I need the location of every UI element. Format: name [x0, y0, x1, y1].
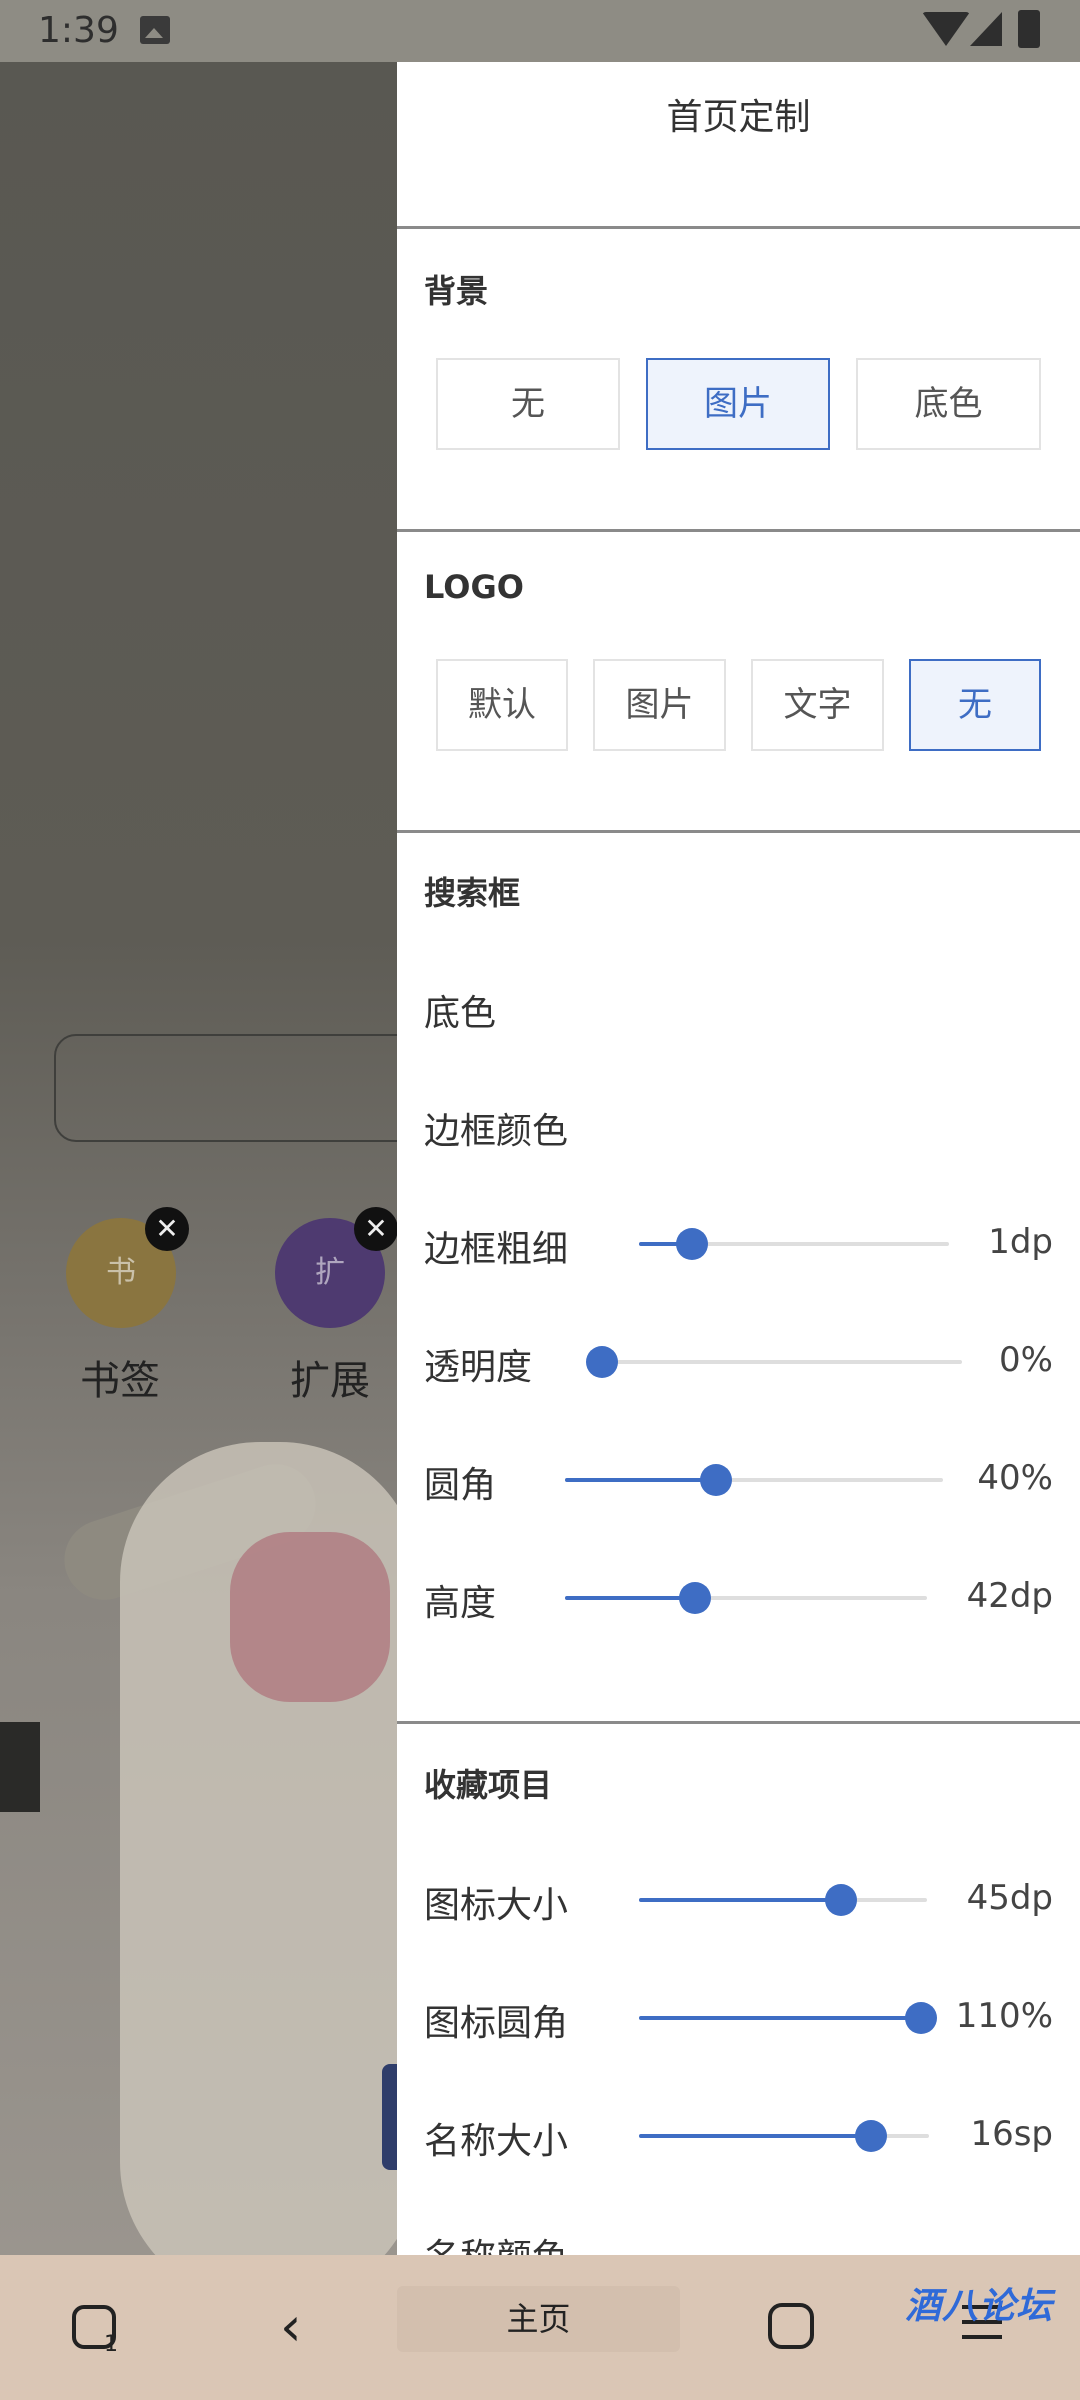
slider-thumb[interactable] — [855, 2120, 887, 2152]
section-title-favorites: 收藏项目 — [424, 1766, 553, 1804]
slider-fill — [639, 2016, 921, 2020]
back-icon[interactable]: ‹ — [280, 2300, 302, 2354]
wifi-icon — [922, 12, 970, 46]
home-customize-panel: 首页定制 背景 无 图片 底色 LOGO 默认 图片 文字 无 搜索框 底色 边… — [397, 62, 1080, 2255]
slider-thumb[interactable] — [586, 1346, 618, 1378]
panel-title: 首页定制 — [666, 97, 811, 138]
icon-radius-slider[interactable] — [639, 2002, 937, 2034]
slider-value: 0% — [999, 1340, 1053, 1380]
slider-thumb[interactable] — [700, 1464, 733, 1496]
corner-radius-slider[interactable] — [565, 1464, 943, 1496]
home-search-box[interactable] — [54, 1034, 400, 1142]
favorite-label-bookmarks: 书签 — [80, 1358, 160, 1404]
divider — [397, 830, 1080, 833]
divider — [397, 1721, 1080, 1724]
divider — [397, 529, 1080, 532]
divider — [397, 226, 1080, 229]
logo-option-default[interactable]: 默认 — [436, 659, 568, 751]
height-slider[interactable] — [565, 1582, 927, 1614]
name-color-setting[interactable]: 名称颜色 — [424, 2228, 568, 2255]
remove-favorite-close-icon[interactable]: ✕ — [354, 1207, 398, 1251]
cell-signal-icon — [970, 12, 1002, 46]
slider-value: 1dp — [988, 1222, 1053, 1262]
logo-option-image[interactable]: 图片 — [593, 659, 726, 751]
icon-size-slider[interactable] — [639, 1884, 927, 1916]
home-background: 书 扩 ✕ ✕ 书签 扩展 — [0, 62, 400, 2255]
status-time: 1:39 — [38, 10, 119, 51]
background-photo-shape — [0, 1722, 40, 1812]
slider-thumb[interactable] — [679, 1582, 712, 1614]
slider-value: 16sp — [970, 2114, 1053, 2154]
browser-shape-icon[interactable] — [768, 2303, 814, 2349]
background-option-image[interactable]: 图片 — [646, 358, 830, 450]
background-option-color[interactable]: 底色 — [856, 358, 1041, 450]
slider-fill — [565, 1596, 696, 1600]
slider-fill — [639, 2134, 871, 2138]
slider-fill — [565, 1478, 717, 1482]
name-size-slider[interactable] — [639, 2120, 929, 2152]
watermark-logo: 酒八论坛 — [905, 2286, 1054, 2327]
section-title-logo: LOGO — [424, 568, 524, 606]
section-title-background: 背景 — [424, 272, 489, 310]
section-title-search-box: 搜索框 — [424, 874, 521, 912]
slider-thumb[interactable] — [905, 2002, 937, 2034]
slider-label: 边框粗细 — [424, 1229, 569, 1270]
home-button[interactable]: 主页 — [397, 2286, 680, 2352]
remove-favorite-close-icon[interactable]: ✕ — [145, 1207, 189, 1251]
logo-option-text[interactable]: 文字 — [751, 659, 884, 751]
slider-fill — [639, 1898, 841, 1902]
slider-label: 图标圆角 — [424, 2003, 569, 2044]
slider-label: 高度 — [424, 1583, 497, 1624]
search-border-color-setting[interactable]: 边框颜色 — [424, 1102, 568, 1154]
border-width-slider[interactable] — [639, 1228, 949, 1260]
slider-value: 110% — [955, 1996, 1053, 2036]
search-bg-color-setting[interactable]: 底色 — [424, 984, 496, 1036]
slider-value: 42dp — [966, 1576, 1053, 1616]
image-notification-icon — [140, 16, 170, 44]
slider-thumb[interactable] — [824, 1884, 857, 1916]
slider-label: 名称大小 — [424, 2121, 569, 2162]
slider-value: 45dp — [966, 1878, 1053, 1918]
opacity-slider[interactable] — [586, 1346, 962, 1378]
battery-icon — [1018, 10, 1040, 48]
background-photo-shape — [230, 1532, 390, 1702]
logo-option-none[interactable]: 无 — [909, 659, 1041, 751]
slider-value: 40% — [977, 1458, 1053, 1498]
status-bar: 1:39 — [0, 0, 1080, 62]
background-option-none[interactable]: 无 — [436, 358, 620, 450]
slider-label: 透明度 — [424, 1347, 533, 1388]
slider-label: 圆角 — [424, 1465, 497, 1506]
slider-label: 图标大小 — [424, 1885, 569, 1926]
slider-thumb[interactable] — [675, 1228, 708, 1260]
tabs-count: 1 — [104, 2332, 118, 2357]
favorite-label-extensions: 扩展 — [290, 1358, 370, 1404]
